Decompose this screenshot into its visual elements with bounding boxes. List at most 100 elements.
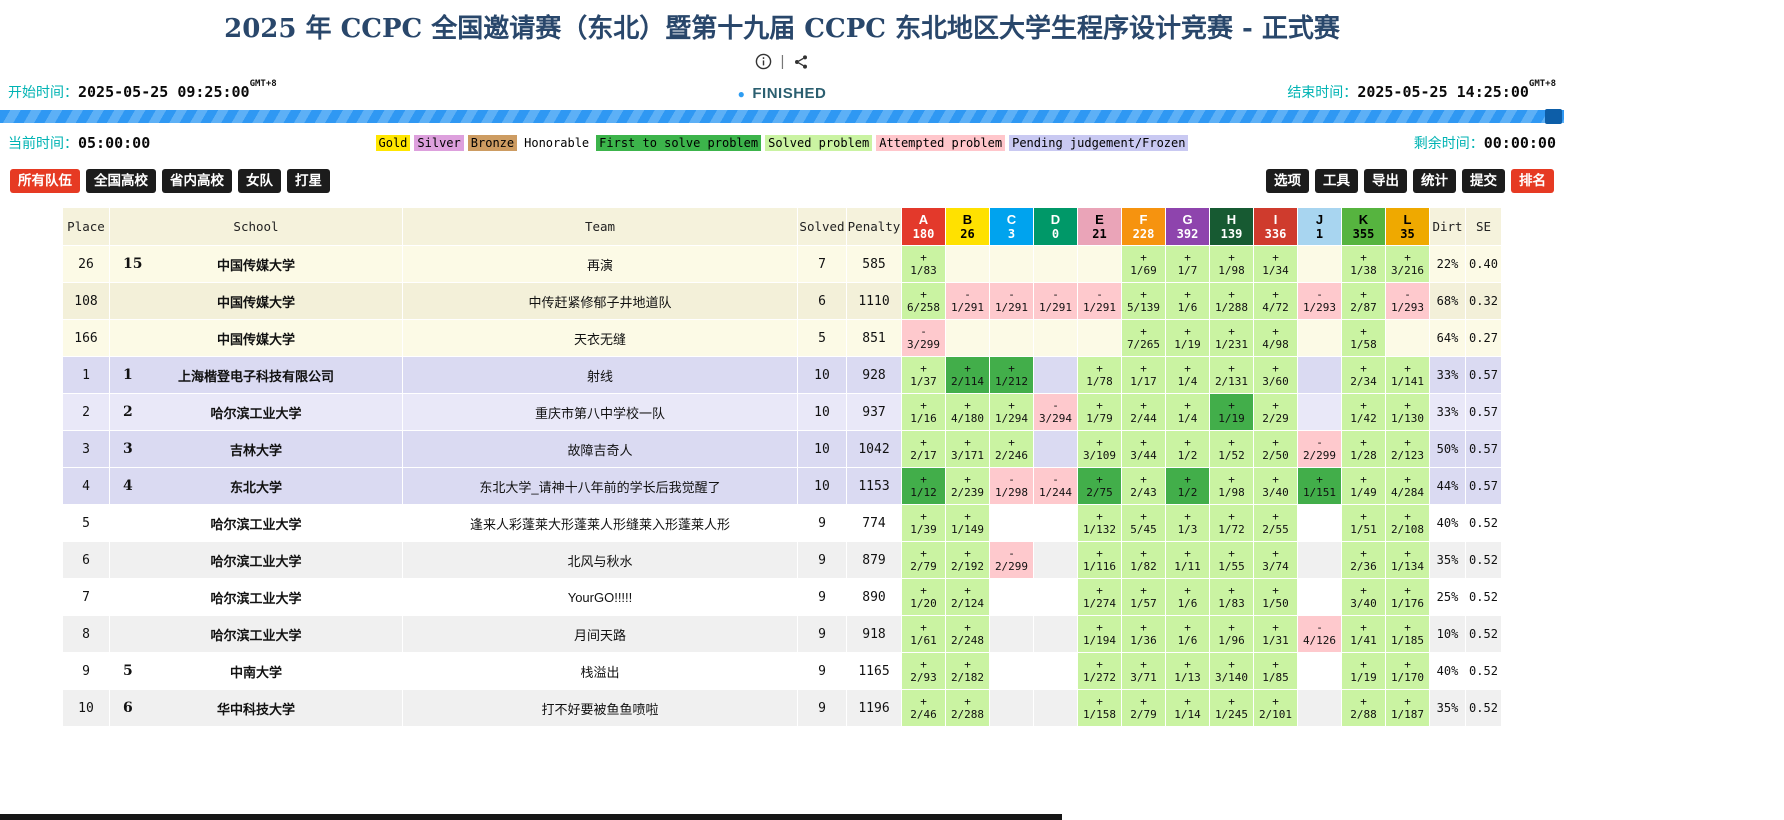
- attempt-detail: 2/29: [1254, 412, 1297, 425]
- attempt-mark: -: [990, 547, 1033, 560]
- se-cell: 0.52: [1466, 653, 1502, 690]
- filter-button[interactable]: 省内高校: [162, 169, 232, 193]
- start-time-label: 开始时间：: [8, 84, 78, 100]
- problem-cell: -1/293: [1298, 283, 1342, 320]
- toolbar: 所有队伍全国高校省内高校女队打星 选项工具导出统计提交排名: [0, 169, 1564, 193]
- contest-progress-bar[interactable]: [0, 110, 1564, 123]
- team-row[interactable]: 166中国传媒大学天衣无缝5851-3/299+7/265+1/19+1/231…: [63, 320, 1502, 357]
- se-cell: 0.57: [1466, 468, 1502, 505]
- attempt-mark: +: [1342, 362, 1385, 375]
- problem-cell: [1298, 394, 1342, 431]
- problem-cell: +1/176: [1386, 579, 1430, 616]
- problem-cell: +4/98: [1254, 320, 1298, 357]
- team-row[interactable]: 2615中国传媒大学再演7585+1/83+1/69+1/7+1/98+1/34…: [63, 246, 1502, 283]
- attempt-mark: +: [1342, 251, 1385, 264]
- attempt-detail: 1/39: [902, 523, 945, 536]
- attempt-detail: 1/298: [990, 486, 1033, 499]
- problem-cell: +1/6: [1166, 283, 1210, 320]
- team-cell: 栈溢出: [403, 653, 798, 690]
- header-row: PlaceSchoolTeamSolvedPenaltyA180B26C3D0E…: [63, 208, 1502, 246]
- problem-cell: +2/43: [1122, 468, 1166, 505]
- problem-cell: +1/34: [1254, 246, 1298, 283]
- problem-cell: +1/185: [1386, 616, 1430, 653]
- tool-button[interactable]: 工具: [1315, 169, 1358, 193]
- problem-header: G392: [1166, 208, 1210, 246]
- attempt-detail: 2/101: [1254, 708, 1297, 721]
- team-row[interactable]: 7哈尔滨工业大学YourGO!!!!!9890+1/20+2/124+1/274…: [63, 579, 1502, 616]
- problem-cell: +2/36: [1342, 542, 1386, 579]
- attempt-mark: -: [1386, 288, 1429, 301]
- se-cell: 0.27: [1466, 320, 1502, 357]
- progress-slider-handle[interactable]: [1545, 109, 1562, 124]
- filter-button[interactable]: 打星: [287, 169, 330, 193]
- problem-solved-count: 355: [1342, 227, 1385, 241]
- attempt-mark: +: [902, 658, 945, 671]
- team-row[interactable]: 44东北大学东北大学_请神十八年前的学长后我觉醒了101153+1/12+2/2…: [63, 468, 1502, 505]
- attempt-mark: +: [1254, 362, 1297, 375]
- filter-button[interactable]: 所有队伍: [10, 169, 80, 193]
- tool-button[interactable]: 导出: [1364, 169, 1407, 193]
- team-row[interactable]: 5哈尔滨工业大学逢来人彩蓬莱大形蓬莱人形缝莱入形蓬莱人形9774+1/39+1/…: [63, 505, 1502, 542]
- problem-cell: +1/57: [1122, 579, 1166, 616]
- tool-button[interactable]: 统计: [1413, 169, 1456, 193]
- attempt-detail: 2/46: [902, 708, 945, 721]
- attempt-detail: 3/140: [1210, 671, 1253, 684]
- attempt-detail: 1/185: [1386, 634, 1429, 647]
- attempt-detail: 1/72: [1210, 523, 1253, 536]
- horizontal-scrollbar-thumb[interactable]: [0, 814, 1062, 820]
- problem-cell: +1/52: [1210, 431, 1254, 468]
- attempt-mark: +: [1298, 473, 1341, 486]
- attempt-mark: +: [1254, 658, 1297, 671]
- attempt-mark: +: [1166, 510, 1209, 523]
- attempt-detail: 3/40: [1254, 486, 1297, 499]
- attempt-mark: +: [1166, 547, 1209, 560]
- problem-cell: +3/44: [1122, 431, 1166, 468]
- team-row[interactable]: 22哈尔滨工业大学重庆市第八中学校一队10937+1/16+4/180+1/29…: [63, 394, 1502, 431]
- problem-cell: +2/93: [902, 653, 946, 690]
- share-icon[interactable]: [793, 54, 809, 70]
- tool-button[interactable]: 提交: [1462, 169, 1505, 193]
- problem-solved-count: 35: [1386, 227, 1429, 241]
- problem-cell: +1/31: [1254, 616, 1298, 653]
- attempt-mark: +: [902, 510, 945, 523]
- attempt-mark: +: [1210, 584, 1253, 597]
- problem-cell: +2/192: [946, 542, 990, 579]
- filter-button[interactable]: 女队: [238, 169, 281, 193]
- team-row[interactable]: 6哈尔滨工业大学北风与秋水9879+2/79+2/192-2/299+1/116…: [63, 542, 1502, 579]
- problem-cell: +1/272: [1078, 653, 1122, 690]
- team-row[interactable]: 106华中科技大学打不好要被鱼鱼喷啦91196+2/46+2/288+1/158…: [63, 690, 1502, 727]
- attempt-mark: +: [1254, 584, 1297, 597]
- attempt-detail: 3/44: [1122, 449, 1165, 462]
- problem-cell: +2/29: [1254, 394, 1298, 431]
- tool-button[interactable]: 排名: [1511, 169, 1554, 193]
- place-cell: 4: [63, 468, 110, 505]
- attempt-mark: +: [1386, 362, 1429, 375]
- problem-cell: +1/130: [1386, 394, 1430, 431]
- attempt-detail: 1/83: [1210, 597, 1253, 610]
- team-row[interactable]: 33吉林大学故障吉奇人101042+2/17+3/171+2/246+3/109…: [63, 431, 1502, 468]
- problem-solved-count: 180: [902, 227, 945, 241]
- attempt-detail: 1/291: [990, 301, 1033, 314]
- problem-cell: +3/216: [1386, 246, 1430, 283]
- attempt-mark: +: [1386, 473, 1429, 486]
- attempt-mark: +: [1386, 584, 1429, 597]
- tool-button[interactable]: 选项: [1266, 169, 1309, 193]
- team-row[interactable]: 8哈尔滨工业大学月间天路9918+1/61+2/248+1/194+1/36+1…: [63, 616, 1502, 653]
- problem-cell: +2/34: [1342, 357, 1386, 394]
- problem-cell: +3/40: [1342, 579, 1386, 616]
- school-rank: 1: [123, 367, 133, 383]
- info-icon[interactable]: [755, 53, 772, 70]
- problem-cell: +2/246: [990, 431, 1034, 468]
- attempt-mark: +: [1210, 325, 1253, 338]
- team-row[interactable]: 95中南大学栈溢出91165+2/93+2/182+1/272+3/71+1/1…: [63, 653, 1502, 690]
- team-row[interactable]: 11上海楷登电子科技有限公司射线10928+1/37+2/114+1/212+1…: [63, 357, 1502, 394]
- filter-button[interactable]: 全国高校: [86, 169, 156, 193]
- attempt-detail: 2/93: [902, 671, 945, 684]
- attempt-detail: 5/139: [1122, 301, 1165, 314]
- team-row[interactable]: 108中国传媒大学中传赶紧修郁子井地道队61110+6/258-1/291-1/…: [63, 283, 1502, 320]
- penalty-cell: 879: [847, 542, 902, 579]
- team-cell: 打不好要被鱼鱼喷啦: [403, 690, 798, 727]
- attempt-detail: 1/11: [1166, 560, 1209, 573]
- problem-cell: [1034, 431, 1078, 468]
- attempt-mark: +: [1254, 288, 1297, 301]
